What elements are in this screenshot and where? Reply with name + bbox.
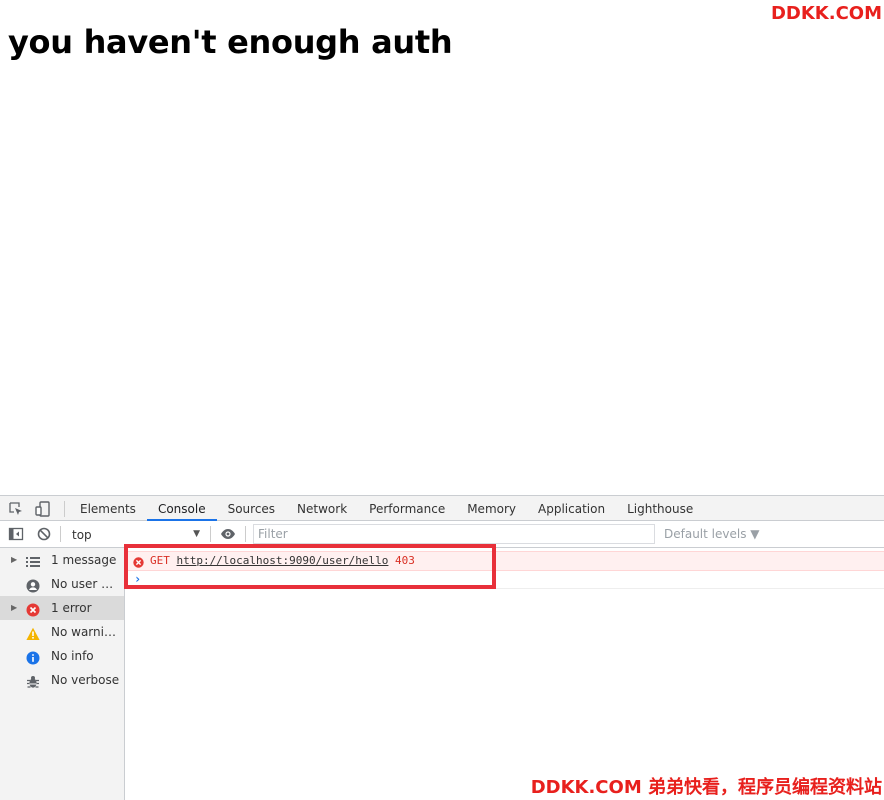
sidebar-item-warnings[interactable]: No warnings <box>0 620 124 644</box>
bug-icon <box>26 673 40 688</box>
tab-performance[interactable]: Performance <box>358 496 456 521</box>
list-icon <box>26 553 40 567</box>
sidebar-item-label: 1 message <box>51 553 117 567</box>
devtools-tabs: Elements Console Sources Network Perform… <box>69 496 704 522</box>
toolbar-divider <box>245 526 246 542</box>
page-heading: you haven't enough auth <box>8 23 453 61</box>
console-prompt[interactable]: › <box>126 571 884 589</box>
console-toolbar: top ▼ Default levels ▼ <box>0 521 884 548</box>
sidebar-item-verbose[interactable]: No verbose <box>0 668 124 692</box>
tab-network[interactable]: Network <box>286 496 358 521</box>
dropdown-arrow-icon: ▼ <box>193 529 200 539</box>
tab-memory[interactable]: Memory <box>456 496 527 521</box>
error-icon <box>133 556 144 568</box>
info-icon <box>26 649 40 665</box>
filter-input[interactable] <box>253 524 655 544</box>
error-url-link[interactable]: http://localhost:9090/user/hello <box>177 554 389 567</box>
tab-elements[interactable]: Elements <box>69 496 147 521</box>
sidebar-item-label: No user me... <box>51 577 123 591</box>
tab-lighthouse[interactable]: Lighthouse <box>616 496 704 521</box>
console-output: GET http://localhost:9090/user/hello 403… <box>126 548 884 800</box>
context-select[interactable]: top ▼ <box>66 524 206 544</box>
tabbar-divider <box>64 501 65 517</box>
sidebar-item-messages[interactable]: ▶ 1 message <box>0 548 124 572</box>
sidebar-item-user-messages[interactable]: No user me... <box>0 572 124 596</box>
context-value: top <box>72 528 92 542</box>
tab-console[interactable]: Console <box>146 496 217 521</box>
sidebar-toggle-icon[interactable] <box>8 526 24 542</box>
error-text: GET http://localhost:9090/user/hello 403 <box>150 552 415 570</box>
live-expression-eye-icon[interactable] <box>220 526 236 542</box>
prompt-chevron-icon: › <box>134 572 142 586</box>
devtools-panel: Elements Console Sources Network Perform… <box>0 495 884 800</box>
toolbar-divider <box>210 526 211 542</box>
sidebar-item-label: No info <box>51 649 94 663</box>
watermark-bottom: DDKK.COM 弟弟快看，程序员编程资料站 <box>530 777 882 798</box>
inspect-element-icon[interactable] <box>7 500 25 518</box>
sidebar-item-label: No verbose <box>51 673 120 687</box>
console-error-message: GET http://localhost:9090/user/hello 403 <box>126 551 884 571</box>
devtools-tabbar: Elements Console Sources Network Perform… <box>0 495 884 521</box>
expand-caret-icon[interactable]: ▶ <box>11 548 17 572</box>
console-sidebar: ▶ 1 message No user me... ▶ <box>0 548 125 800</box>
warning-icon <box>26 625 40 640</box>
user-icon <box>26 577 40 593</box>
tab-sources[interactable]: Sources <box>217 496 286 521</box>
sidebar-item-errors[interactable]: ▶ 1 error <box>0 596 124 620</box>
device-toolbar-icon[interactable] <box>34 500 52 518</box>
watermark-top: DDKK.COM <box>770 3 882 24</box>
clear-console-icon[interactable] <box>36 526 52 542</box>
expand-caret-icon[interactable]: ▶ <box>11 596 17 620</box>
default-levels-dropdown[interactable]: Default levels ▼ <box>664 525 760 543</box>
error-status: 403 <box>395 554 415 567</box>
tab-application[interactable]: Application <box>527 496 616 521</box>
error-method: GET <box>150 554 170 567</box>
sidebar-item-info[interactable]: No info <box>0 644 124 668</box>
error-icon <box>26 601 40 617</box>
sidebar-item-label: No warnings <box>51 625 123 639</box>
toolbar-divider <box>60 526 61 542</box>
sidebar-item-label: 1 error <box>51 601 92 615</box>
